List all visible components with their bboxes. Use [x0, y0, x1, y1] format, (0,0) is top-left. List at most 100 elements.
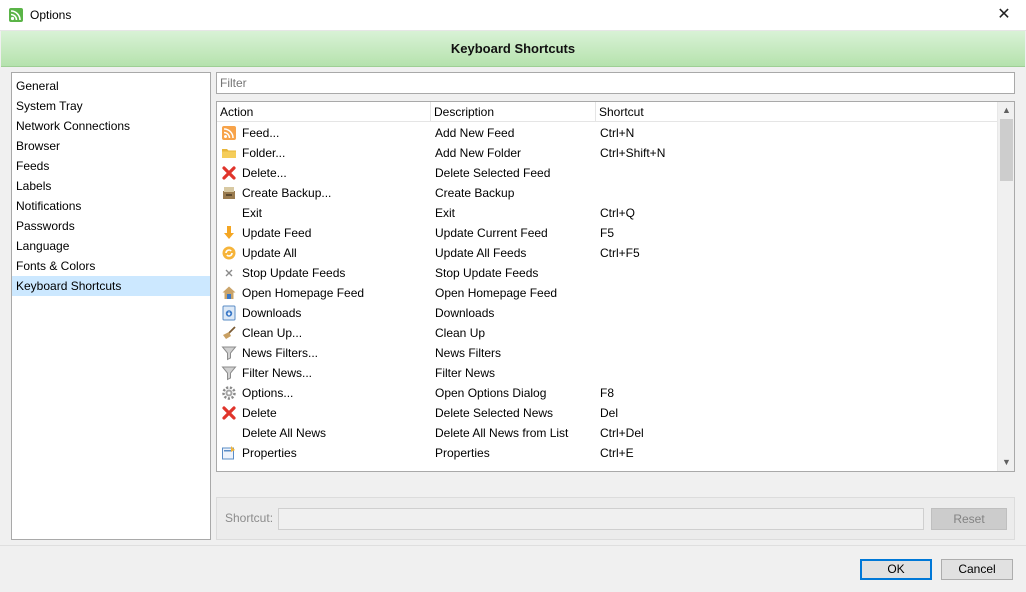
shortcut-cell: Ctrl+Del [600, 426, 644, 440]
action-cell: Feed... [242, 126, 280, 140]
table-row[interactable]: News Filters... News Filters [217, 343, 998, 363]
folder-icon [221, 145, 237, 161]
delete-icon [221, 405, 237, 421]
action-cell: Exit [242, 206, 263, 220]
vertical-scrollbar[interactable]: ▲ ▼ [997, 102, 1014, 471]
table-row[interactable]: Delete All News Delete All News from List… [217, 423, 998, 443]
action-cell: Create Backup... [242, 186, 332, 200]
sidebar-item-feeds[interactable]: Feeds [12, 156, 210, 176]
sidebar-item-keyboard-shortcuts[interactable]: Keyboard Shortcuts [12, 276, 210, 296]
shortcut-input[interactable] [278, 508, 924, 530]
sidebar-item-passwords[interactable]: Passwords [12, 216, 210, 236]
table-row[interactable]: Feed... Add New Feed Ctrl+N [217, 123, 998, 143]
table-row[interactable]: Create Backup... Create Backup [217, 183, 998, 203]
action-cell: Open Homepage Feed [242, 286, 365, 300]
funnel-icon [221, 365, 237, 381]
category-list: General System Tray Network Connections Bro… [12, 73, 210, 296]
app-rss-icon [9, 8, 23, 22]
action-cell: Properties [242, 446, 297, 460]
shortcut-cell: Ctrl+F5 [600, 246, 640, 260]
description-cell: Add New Folder [435, 146, 522, 160]
shortcut-cell: F5 [600, 226, 615, 240]
table-row[interactable]: Properties Properties Ctrl+E [217, 443, 998, 463]
table-row[interactable]: Clean Up... Clean Up [217, 323, 998, 343]
shortcut-cell: Ctrl+Shift+N [600, 146, 666, 160]
sidebar-item-browser[interactable]: Browser [12, 136, 210, 156]
action-cell: Delete All News [242, 426, 327, 440]
shortcut-editor: Shortcut: Reset [216, 497, 1015, 540]
footer-separator [0, 545, 1026, 546]
shortcut-cell: Ctrl+Q [600, 206, 636, 220]
shortcut-cell: Ctrl+N [600, 126, 635, 140]
description-cell: Open Options Dialog [435, 386, 547, 400]
description-cell: Downloads [435, 306, 495, 320]
column-header-description[interactable]: Description [431, 102, 596, 122]
action-cell: Clean Up... [242, 326, 303, 340]
gear-icon [221, 385, 237, 401]
description-cell: Delete Selected Feed [435, 166, 551, 180]
action-cell: Update Feed [242, 226, 312, 240]
description-cell: Clean Up [435, 326, 486, 340]
table-row[interactable]: Delete... Delete Selected Feed [217, 163, 998, 183]
description-cell: Stop Update Feeds [435, 266, 539, 280]
sidebar-item-fonts-colors[interactable]: Fonts & Colors [12, 256, 210, 276]
description-cell: News Filters [435, 346, 502, 360]
table-row[interactable]: Downloads Downloads [217, 303, 998, 323]
table-row[interactable]: Open Homepage Feed Open Homepage Feed [217, 283, 998, 303]
shortcuts-table: Action Description Shortcut Feed... Add N… [216, 101, 1015, 472]
table-body: Feed... Add New Feed Ctrl+N Folder... Add Ne… [217, 123, 998, 463]
sidebar-item-system-tray[interactable]: System Tray [12, 96, 210, 116]
column-header-action[interactable]: Action [217, 102, 431, 122]
table-row[interactable]: Update Feed Update Current Feed F5 [217, 223, 998, 243]
ok-button[interactable]: OK [860, 559, 932, 580]
action-cell: Stop Update Feeds [242, 266, 346, 280]
scroll-up-arrow-icon[interactable]: ▲ [998, 102, 1014, 119]
sidebar-item-labels[interactable]: Labels [12, 176, 210, 196]
cancel-button[interactable]: Cancel [941, 559, 1013, 580]
action-cell: Delete [242, 406, 277, 420]
action-cell: Delete... [242, 166, 287, 180]
column-header-shortcut[interactable]: Shortcut [596, 102, 998, 122]
page-title: Keyboard Shortcuts [1, 31, 1025, 67]
action-cell: News Filters... [242, 346, 319, 360]
action-cell: Downloads [242, 306, 302, 320]
table-row[interactable]: Folder... Add New Folder Ctrl+Shift+N [217, 143, 998, 163]
table-row[interactable]: Options... Open Options Dialog F8 [217, 383, 998, 403]
description-cell: Update Current Feed [435, 226, 548, 240]
sidebar-item-notifications[interactable]: Notifications [12, 196, 210, 216]
sidebar-item-language[interactable]: Language [12, 236, 210, 256]
rss-icon [221, 125, 237, 141]
shortcut-label: Shortcut: [225, 511, 274, 525]
table-row[interactable]: Exit Exit Ctrl+Q [217, 203, 998, 223]
table-row[interactable]: Update All Update All Feeds Ctrl+F5 [217, 243, 998, 263]
table-row[interactable]: Delete Delete Selected News Del [217, 403, 998, 423]
update-all-icon [221, 245, 237, 261]
filter-input[interactable] [216, 72, 1015, 94]
reset-button[interactable]: Reset [931, 508, 1007, 530]
funnel-icon [221, 345, 237, 361]
window-title: Options [30, 8, 72, 22]
sidebar-item-general[interactable]: General [12, 76, 210, 96]
description-cell: Open Homepage Feed [435, 286, 558, 300]
scroll-down-arrow-icon[interactable]: ▼ [998, 454, 1014, 471]
home-icon [221, 285, 237, 301]
category-list-panel: General System Tray Network Connections Bro… [11, 72, 211, 540]
broom-icon [221, 325, 237, 341]
title-bar: Options ✕ [0, 0, 1026, 31]
stop-icon [221, 265, 237, 281]
action-cell: Folder... [242, 146, 286, 160]
delete-icon [221, 165, 237, 181]
sidebar-item-network-connections[interactable]: Network Connections [12, 116, 210, 136]
description-cell: Add New Feed [435, 126, 515, 140]
backup-icon [221, 185, 237, 201]
action-cell: Options... [242, 386, 294, 400]
description-cell: Delete Selected News [435, 406, 554, 420]
action-cell: Filter News... [242, 366, 313, 380]
description-cell: Filter News [435, 366, 496, 380]
table-row[interactable]: Stop Update Feeds Stop Update Feeds [217, 263, 998, 283]
table-row[interactable]: Filter News... Filter News [217, 363, 998, 383]
scroll-thumb[interactable] [1000, 119, 1013, 181]
close-icon[interactable]: ✕ [982, 0, 1026, 30]
description-cell: Properties [435, 446, 490, 460]
description-cell: Exit [435, 206, 456, 220]
